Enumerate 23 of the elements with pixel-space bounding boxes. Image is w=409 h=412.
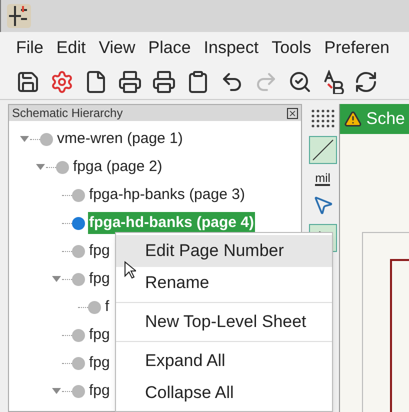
menu-item[interactable]: Inspect: [204, 35, 259, 61]
tree-item[interactable]: fpga (page 2): [72, 156, 164, 178]
menu-item[interactable]: Preferen: [324, 35, 390, 61]
menu-item[interactable]: Expand All: [116, 345, 332, 377]
menu-item[interactable]: File: [16, 35, 44, 61]
tree-item[interactable]: fpg: [88, 352, 111, 374]
tree-item[interactable]: fpg: [88, 268, 111, 290]
menu-item[interactable]: New Top-Level Sheet: [116, 306, 332, 338]
menu-item[interactable]: Place: [148, 35, 191, 61]
tree-item[interactable]: fpg: [88, 240, 111, 262]
tree-item[interactable]: vme-wren (page 1): [56, 128, 184, 150]
menu-item[interactable]: Edit: [56, 35, 86, 61]
tree-item[interactable]: fpg: [88, 380, 111, 402]
tree-item[interactable]: f: [104, 296, 110, 318]
units-toggle[interactable]: mil: [315, 172, 330, 186]
panel-title: Schematic Hierarchy: [12, 105, 123, 122]
menu-item[interactable]: Rename: [116, 267, 332, 299]
tree-item[interactable]: fpg: [88, 324, 111, 346]
menu-item[interactable]: Edit Page Number: [116, 235, 332, 267]
tree-item[interactable]: fpga-hp-banks (page 3): [88, 184, 246, 206]
menu-item[interactable]: Collapse All: [116, 377, 332, 409]
menu-item[interactable]: Tools: [272, 35, 312, 61]
menu-item[interactable]: View: [98, 35, 136, 61]
